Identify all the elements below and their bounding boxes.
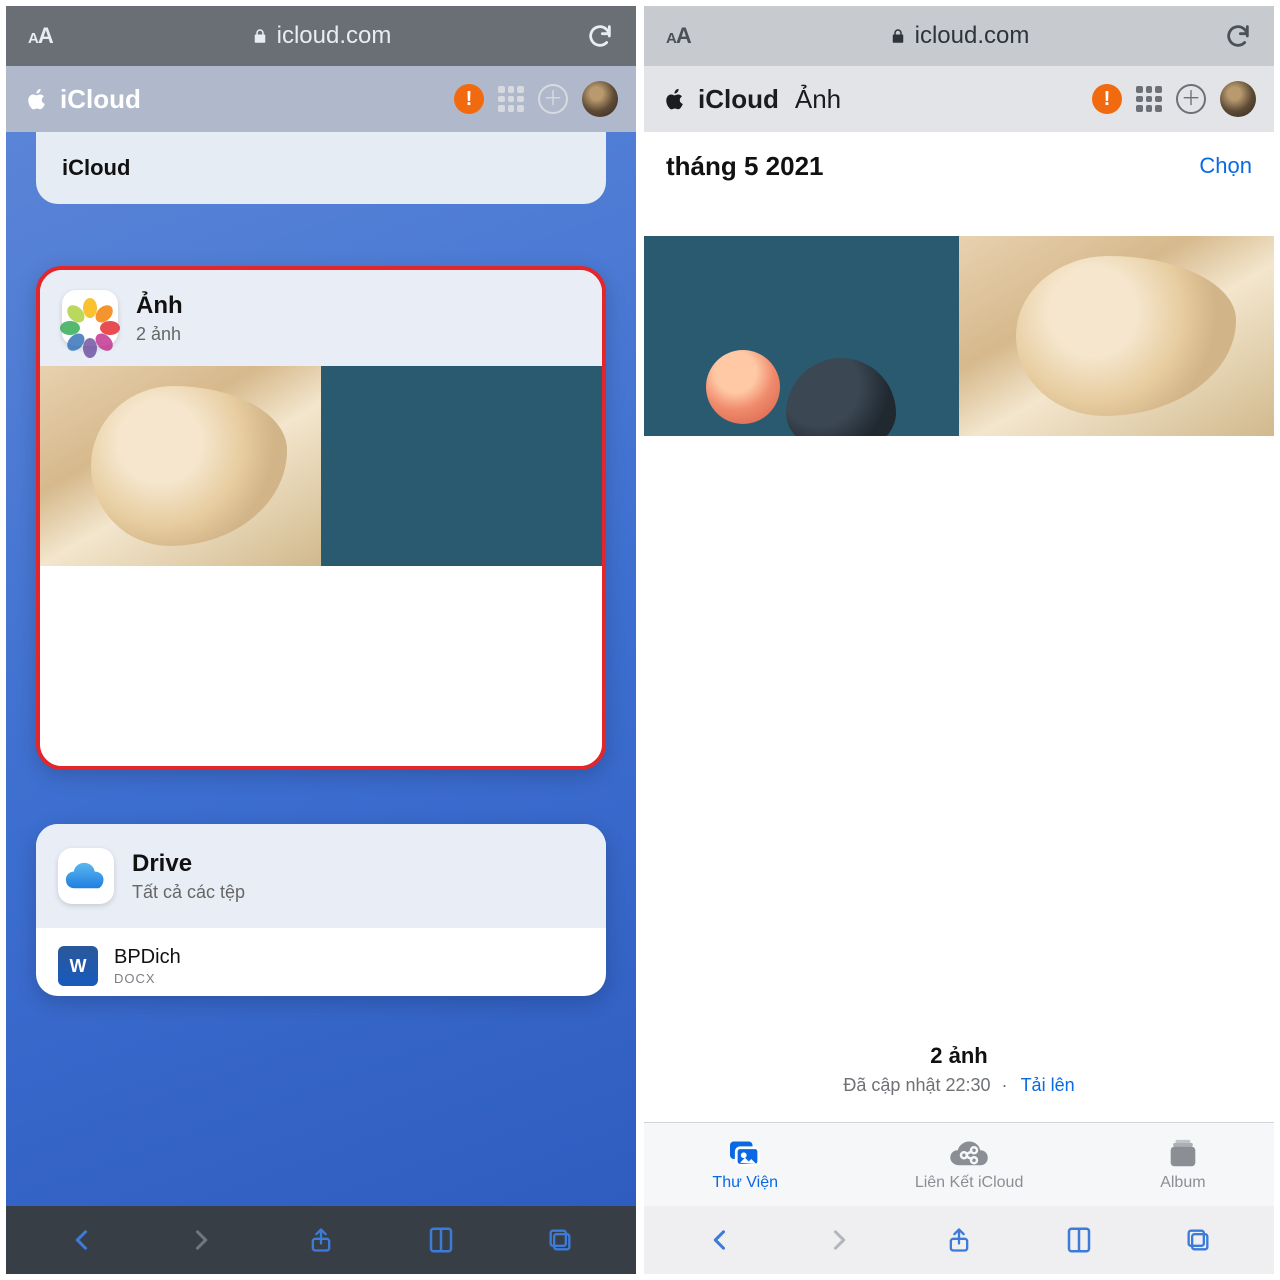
icloud-card-label: iCloud xyxy=(62,155,130,181)
photo-thumbnail[interactable] xyxy=(644,236,959,436)
file-name: BPDich xyxy=(114,946,181,969)
forward-icon xyxy=(184,1223,218,1257)
photo-placeholder xyxy=(40,566,321,766)
bookmarks-icon[interactable] xyxy=(1062,1223,1096,1257)
photo-thumbnail[interactable] xyxy=(40,366,321,566)
tab-shared-label: Liên Kết iCloud xyxy=(915,1174,1024,1192)
album-icon xyxy=(1163,1138,1203,1170)
text-size-button[interactable]: AA xyxy=(666,23,691,49)
bookmarks-icon[interactable] xyxy=(424,1223,458,1257)
brand-label: iCloud xyxy=(60,84,141,115)
apps-grid-icon[interactable] xyxy=(1136,86,1162,112)
brand-label: iCloud xyxy=(698,84,779,115)
photos-card[interactable]: Ảnh 2 ảnh xyxy=(36,266,606,770)
month-heading: tháng 5 2021 xyxy=(666,151,824,182)
apple-icon xyxy=(662,86,688,112)
alert-icon[interactable]: ! xyxy=(454,84,484,114)
icloud-brand[interactable]: iCloud Ảnh xyxy=(662,84,841,115)
share-icon[interactable] xyxy=(304,1223,338,1257)
safari-toolbar xyxy=(6,1206,636,1274)
photo-thumbnail[interactable] xyxy=(959,236,1274,436)
icloud-card[interactable]: iCloud xyxy=(36,132,606,204)
forward-icon xyxy=(822,1223,856,1257)
lock-icon xyxy=(251,27,269,45)
tabs-icon[interactable] xyxy=(543,1223,577,1257)
file-ext: DOCX xyxy=(114,971,181,986)
back-icon[interactable] xyxy=(703,1223,737,1257)
summary-updated: Đã cập nhật 22:30 xyxy=(843,1075,990,1095)
reload-icon[interactable] xyxy=(586,22,614,50)
icloud-brand[interactable]: iCloud xyxy=(24,84,141,115)
photos-app-icon xyxy=(62,290,118,346)
upload-link[interactable]: Tải lên xyxy=(1021,1075,1075,1095)
select-button[interactable]: Chọn xyxy=(1199,153,1252,179)
safari-toolbar xyxy=(644,1206,1274,1274)
icloud-header: iCloud ! ＋ xyxy=(6,66,636,132)
tab-shared[interactable]: Liên Kết iCloud xyxy=(915,1138,1024,1192)
avatar[interactable] xyxy=(1220,81,1256,117)
brand-section: Ảnh xyxy=(795,84,841,115)
apple-icon xyxy=(24,86,50,112)
tab-library-label: Thư Viện xyxy=(712,1174,778,1192)
summary-count: 2 ảnh xyxy=(644,1043,1274,1069)
drive-card-subtitle: Tất cả các tệp xyxy=(132,882,245,903)
avatar[interactable] xyxy=(582,81,618,117)
reload-icon[interactable] xyxy=(1224,22,1252,50)
library-icon xyxy=(725,1138,765,1170)
apps-grid-icon[interactable] xyxy=(498,86,524,112)
photos-card-title: Ảnh xyxy=(136,292,183,320)
text-size-button[interactable]: AA xyxy=(28,23,53,49)
tab-library[interactable]: Thư Viện xyxy=(712,1138,778,1192)
shared-icon xyxy=(949,1138,989,1170)
share-icon[interactable] xyxy=(942,1223,976,1257)
url-text: icloud.com xyxy=(277,22,392,50)
lock-icon xyxy=(889,27,907,45)
photos-card-subtitle: 2 ảnh xyxy=(136,324,183,345)
add-icon[interactable]: ＋ xyxy=(538,84,568,114)
photo-placeholder xyxy=(321,566,602,766)
photos-bottom-tabs: Thư Viện Liên Kết iCloud Album xyxy=(644,1122,1274,1206)
safari-address-bar[interactable]: AA icloud.com xyxy=(644,6,1274,66)
tab-album-label: Album xyxy=(1160,1174,1205,1192)
icloud-header: iCloud Ảnh ! ＋ xyxy=(644,66,1274,132)
drive-app-icon xyxy=(58,848,114,904)
alert-icon[interactable]: ! xyxy=(1092,84,1122,114)
word-file-icon: W xyxy=(58,946,98,986)
add-icon[interactable]: ＋ xyxy=(1176,84,1206,114)
tab-album[interactable]: Album xyxy=(1160,1138,1205,1192)
photo-thumbnail[interactable] xyxy=(321,366,602,566)
drive-card-title: Drive xyxy=(132,850,245,878)
url-text: icloud.com xyxy=(915,22,1030,50)
safari-address-bar[interactable]: AA icloud.com xyxy=(6,6,636,66)
separator: · xyxy=(1002,1075,1008,1095)
tabs-icon[interactable] xyxy=(1181,1223,1215,1257)
back-icon[interactable] xyxy=(65,1223,99,1257)
drive-card[interactable]: Drive Tất cả các tệp W BPDich DOCX xyxy=(36,824,606,996)
